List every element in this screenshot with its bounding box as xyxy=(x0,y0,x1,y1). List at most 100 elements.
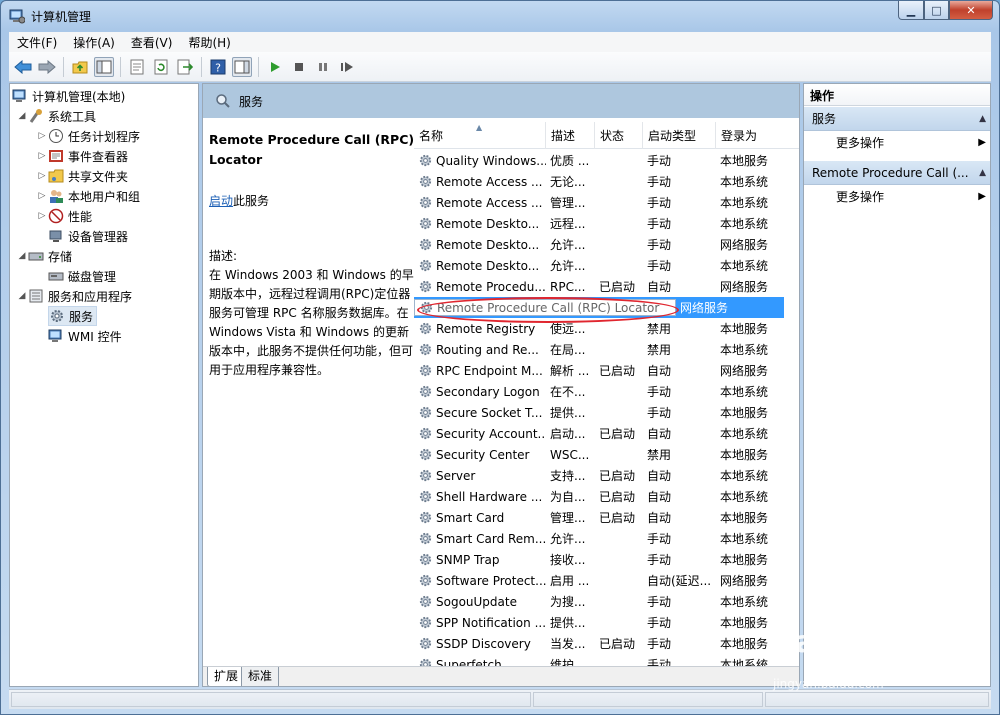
table-row[interactable]: Smart Card 管理... 已启动 自动 本地服务 xyxy=(414,507,784,528)
expand-arrow-icon[interactable]: ▷ xyxy=(36,191,48,201)
menu-file[interactable]: 文件(F) xyxy=(9,34,65,51)
expand-arrow-icon[interactable]: ▷ xyxy=(36,171,48,181)
cell-startup-type: 手动 xyxy=(647,595,672,609)
cell-status: 已启动 xyxy=(599,490,636,504)
column-header-startup-type[interactable]: 启动类型 xyxy=(643,122,716,149)
collapse-arrow-icon[interactable]: ◢ xyxy=(16,251,28,261)
tree-node-local-users[interactable]: ▷ 本地用户和组 xyxy=(36,186,140,206)
table-row[interactable]: Shell Hardware ... 为自... 已启动 自动 本地系统 xyxy=(414,486,784,507)
forward-button[interactable] xyxy=(37,57,57,77)
column-header-logon-as[interactable]: 登录为 xyxy=(716,122,799,149)
tab-standard[interactable]: 标准 xyxy=(241,667,280,686)
tree-node-shared-folders[interactable]: ▷ 共享文件夹 xyxy=(36,166,128,186)
table-row[interactable]: SPP Notification ... 提供... 手动 本地服务 xyxy=(414,612,784,633)
actions-section-services[interactable]: 服务 ▲ xyxy=(804,107,990,131)
start-service-link[interactable]: 启动 xyxy=(209,194,233,208)
collapse-up-icon[interactable]: ▲ xyxy=(979,107,986,130)
tree-node-performance[interactable]: ▷ 性能 xyxy=(36,206,92,226)
table-row[interactable]: Remote Access ... 管理... 手动 本地系统 xyxy=(414,192,784,213)
tree-node-storage[interactable]: ◢ 存储 xyxy=(16,246,72,266)
tree-node-event-viewer[interactable]: ▷ 事件查看器 xyxy=(36,146,128,166)
help-button[interactable]: ? xyxy=(208,57,228,77)
console-tree-icon xyxy=(96,60,112,73)
close-button[interactable]: ✕ xyxy=(949,1,993,20)
expand-arrow-icon[interactable]: ▷ xyxy=(36,211,48,221)
cell-name: Shell Hardware ... xyxy=(414,489,546,504)
cell-name: Quality Windows... xyxy=(414,153,546,168)
cell-description: 为自... xyxy=(550,490,586,504)
more-actions-services[interactable]: 更多操作 ▶ xyxy=(804,132,990,154)
table-row[interactable]: Remote Procedu... RPC... 已启动 自动 网络服务 xyxy=(414,276,784,297)
more-actions-rpc-locator[interactable]: 更多操作 ▶ xyxy=(804,186,990,208)
more-actions-label: 更多操作 xyxy=(836,190,885,204)
table-row[interactable]: Remote Deskto... 远程... 手动 本地系统 xyxy=(414,213,784,234)
show-hide-action-pane-button[interactable] xyxy=(232,56,252,77)
table-row[interactable]: Remote Deskto... 允许... 手动 网络服务 xyxy=(414,234,784,255)
table-row[interactable]: Routing and Re... 在局... 禁用 本地系统 xyxy=(414,339,784,360)
computer-management-icon xyxy=(12,89,26,102)
expand-arrow-icon[interactable]: ▷ xyxy=(36,151,48,161)
table-row[interactable]: Security Center WSC... 禁用 本地服务 xyxy=(414,444,784,465)
title-bar[interactable]: 计算机管理 ▁ □ ✕ xyxy=(1,1,999,31)
menu-action[interactable]: 操作(A) xyxy=(65,34,123,51)
table-row[interactable]: SSDP Discovery 当发... 已启动 手动 本地服务 xyxy=(414,633,784,654)
table-row[interactable]: Remote Access ... 无论... 手动 本地系统 xyxy=(414,171,784,192)
service-description-pane: Remote Procedure Call (RPC) Locator 启动此服… xyxy=(209,130,415,380)
table-row[interactable]: Software Protect... 启用 ... 自动(延迟... 网络服务 xyxy=(414,570,784,591)
table-row[interactable]: Secondary Logon 在不... 手动 本地系统 xyxy=(414,381,784,402)
table-row[interactable]: Quality Windows... 优质 ... 手动 本地服务 xyxy=(414,150,784,171)
table-row[interactable]: Smart Card Rem... 允许... 手动 本地系统 xyxy=(414,528,784,549)
tree-node-disk-management[interactable]: 磁盘管理 xyxy=(48,266,116,286)
menu-view[interactable]: 查看(V) xyxy=(123,34,181,51)
minimize-button[interactable]: ▁ xyxy=(898,1,924,20)
tree-node-task-scheduler[interactable]: ▷ 任务计划程序 xyxy=(36,126,140,146)
collapse-arrow-icon[interactable]: ◢ xyxy=(16,111,28,121)
service-name: Remote Procedu... xyxy=(436,279,546,294)
services-apps-icon xyxy=(29,289,43,303)
pause-service-button[interactable] xyxy=(313,57,333,77)
actions-section-rpc-locator[interactable]: Remote Procedure Call (... ▲ xyxy=(804,161,990,185)
start-service-button[interactable] xyxy=(265,57,285,77)
collapse-up-icon[interactable]: ▲ xyxy=(979,161,986,184)
table-row[interactable]: Security Account... 启动... 已启动 自动 本地系统 xyxy=(414,423,784,444)
menu-help[interactable]: 帮助(H) xyxy=(180,34,238,51)
table-row[interactable]: Server 支持... 已启动 自动 本地系统 xyxy=(414,465,784,486)
tree-node-device-manager[interactable]: 设备管理器 xyxy=(48,226,128,246)
table-row[interactable]: Secure Socket T... 提供... 手动 本地服务 xyxy=(414,402,784,423)
table-row[interactable]: SNMP Trap 接收... 手动 本地服务 xyxy=(414,549,784,570)
up-level-button[interactable] xyxy=(70,57,90,77)
table-row[interactable]: RPC Endpoint M... 解析 ... 已启动 自动 网络服务 xyxy=(414,360,784,381)
column-header-status[interactable]: 状态 xyxy=(595,122,643,149)
expand-arrow-icon[interactable]: ▷ xyxy=(36,131,48,141)
column-header-description[interactable]: 描述 xyxy=(546,122,595,149)
toolbar-separator xyxy=(258,56,259,77)
tree-node-system-tools[interactable]: ◢ 系统工具 xyxy=(16,106,96,126)
back-button[interactable] xyxy=(13,57,33,77)
table-row[interactable]: Remote Deskto... 允许... 手动 本地系统 xyxy=(414,255,784,276)
tree-node-services[interactable]: 服务 xyxy=(48,306,98,326)
cell-startup-type: 自动 xyxy=(647,427,672,441)
cell-name: Remote Deskto... xyxy=(414,258,546,273)
stop-service-button[interactable] xyxy=(289,57,309,77)
tree-node-root[interactable]: 计算机管理(本地) xyxy=(12,86,125,106)
table-row[interactable]: SogouUpdate 为搜... 手动 本地系统 xyxy=(414,591,784,612)
tab-extended[interactable]: 扩展 xyxy=(207,667,246,686)
export-list-button[interactable] xyxy=(175,57,195,77)
show-hide-tree-button[interactable] xyxy=(94,56,114,77)
cell-description: 允许... xyxy=(550,259,586,273)
refresh-button[interactable] xyxy=(151,57,171,77)
column-header-name[interactable]: 名称 ▲ xyxy=(414,122,546,149)
properties-button[interactable] xyxy=(127,57,147,77)
service-gear-icon xyxy=(419,343,432,356)
tree-node-services-apps[interactable]: ◢ 服务和应用程序 xyxy=(16,286,132,306)
cell-description: 支持... xyxy=(550,469,586,483)
cell-startup-type: 禁用 xyxy=(647,448,672,462)
column-label: 描述 xyxy=(551,129,576,143)
tree-node-wmi[interactable]: WMI 控件 xyxy=(48,326,122,346)
collapse-arrow-icon[interactable]: ◢ xyxy=(16,291,28,301)
cell-name: Remote Registry xyxy=(414,321,546,336)
cell-startup-type: 手动 xyxy=(647,532,672,546)
restart-service-button[interactable] xyxy=(337,57,357,77)
menu-bar: 文件(F) 操作(A) 查看(V) 帮助(H) xyxy=(9,32,991,52)
maximize-button[interactable]: □ xyxy=(924,1,949,20)
